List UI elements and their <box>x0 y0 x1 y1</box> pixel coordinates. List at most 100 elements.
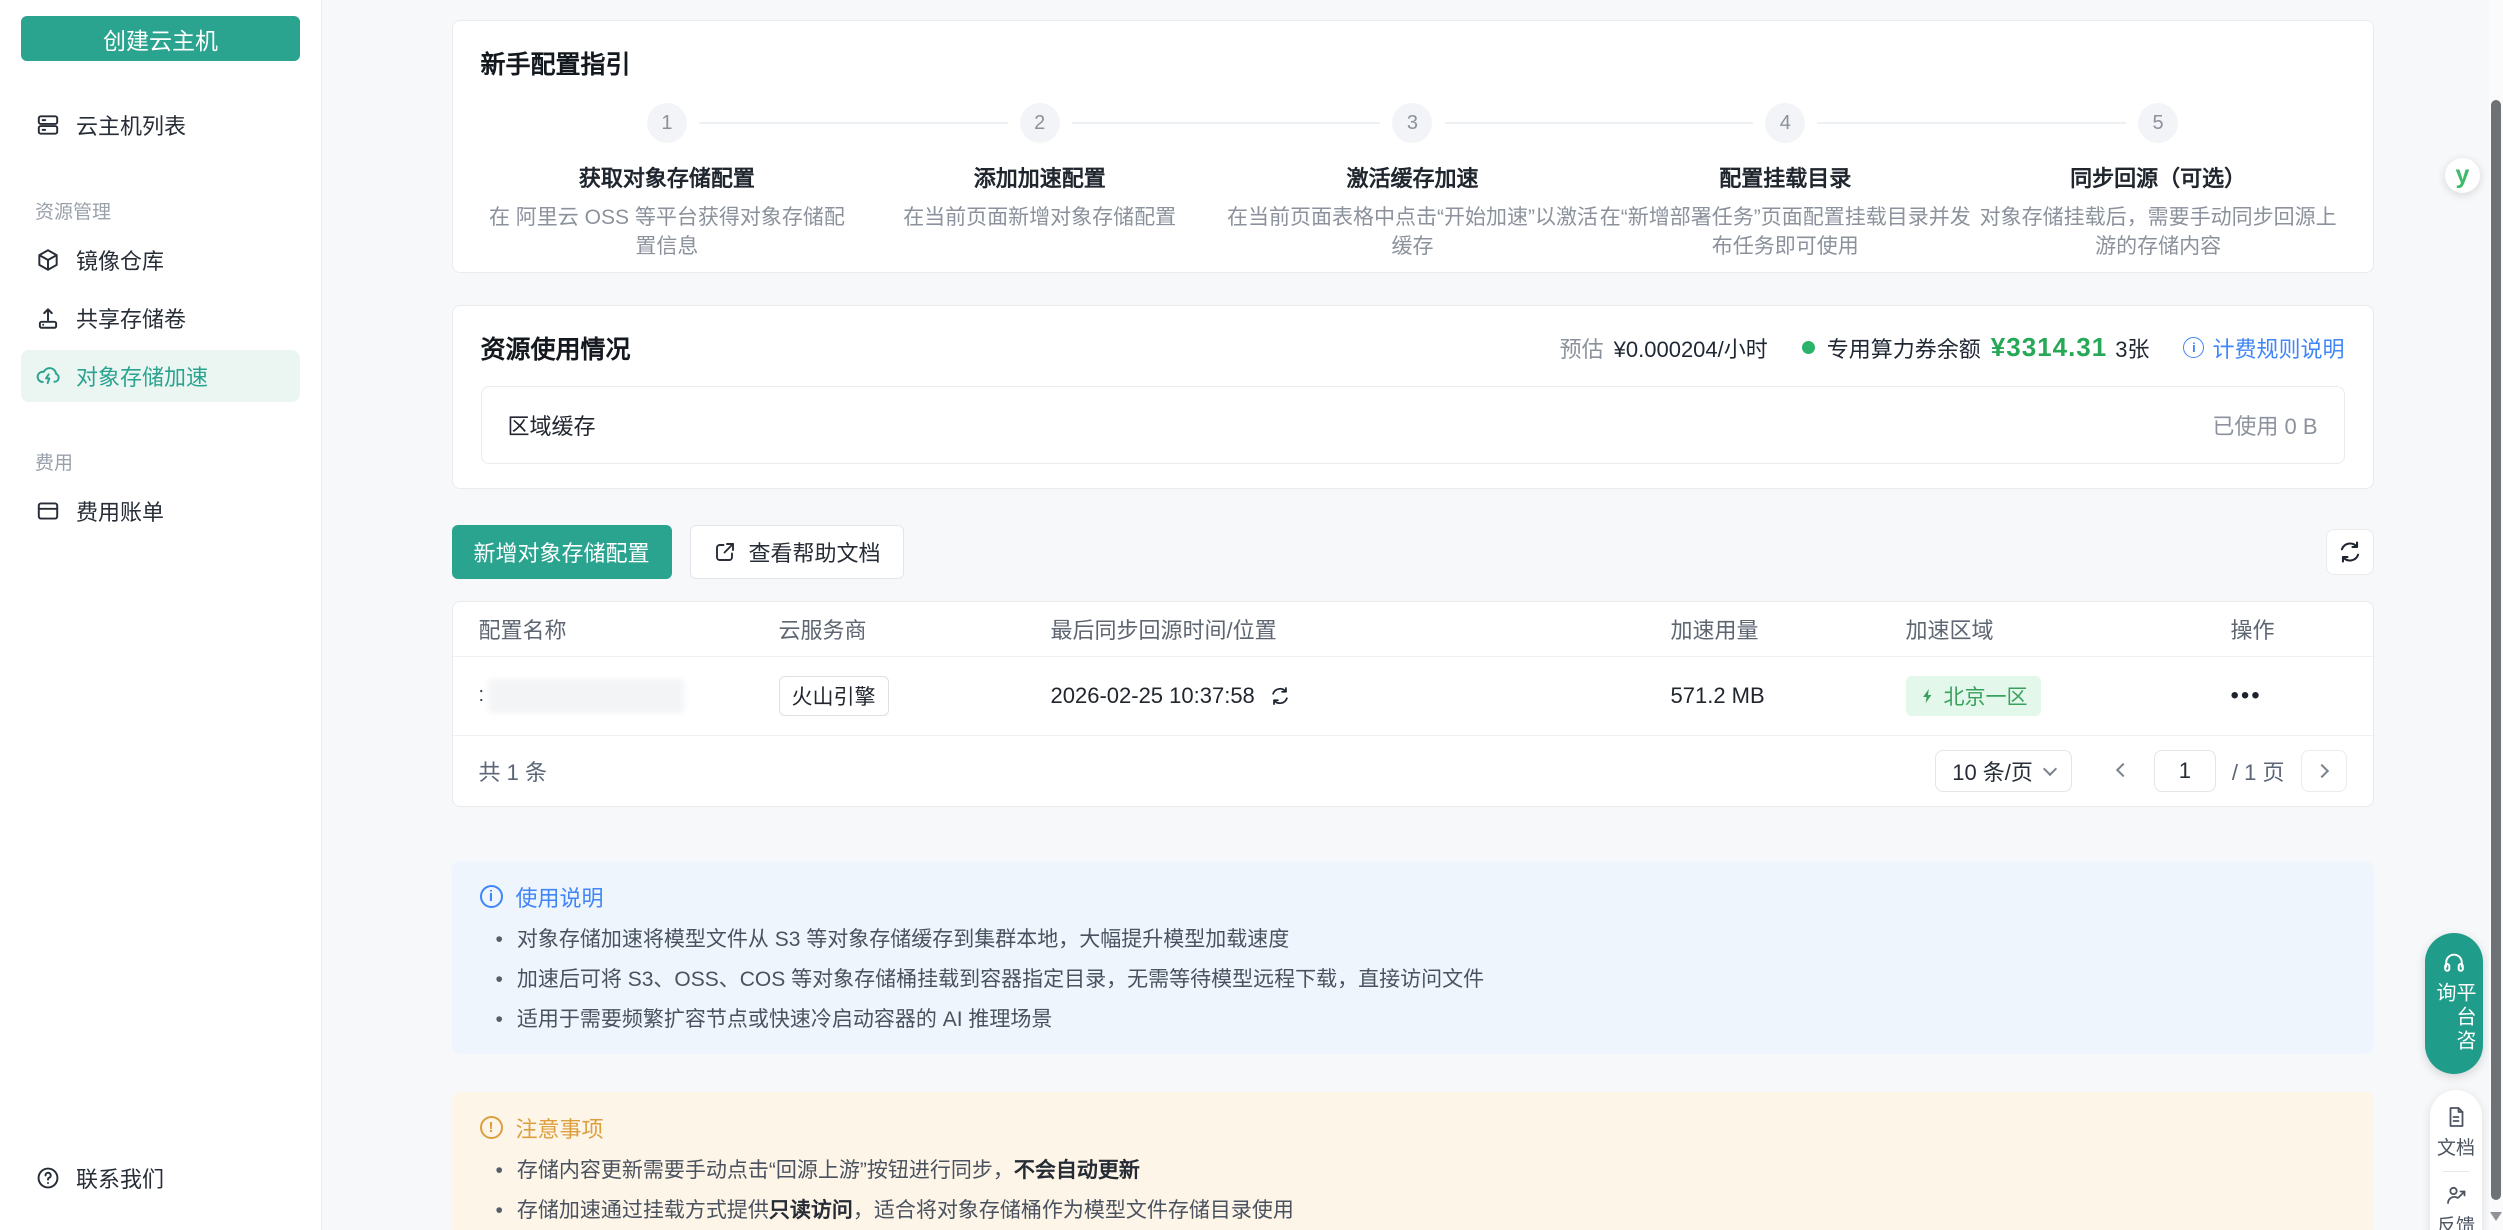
usage-metrics: 预估 ¥0.000204/小时 专用算力券余额 ¥3314.31 3张 i 计费… <box>1560 332 2345 364</box>
package-icon <box>35 247 61 273</box>
sidebar-item-host-list[interactable]: 云主机列表 <box>21 99 300 151</box>
next-page-button[interactable] <box>2301 750 2347 792</box>
help-doc-button[interactable]: 查看帮助文档 <box>690 525 904 579</box>
region-cache-label: 区域缓存 <box>508 409 596 441</box>
warn-list-item: 存储加速通过挂载方式提供只读访问，适合将对象存储桶作为模型文件存储目录使用 <box>496 1198 2346 1224</box>
page-number-input[interactable] <box>2154 750 2216 792</box>
info-panel-title: i 使用说明 <box>480 881 2346 913</box>
guide-step-1: 1 获取对象存储配置 在 阿里云 OSS 等平台获得对象存储配置信息 <box>481 103 854 262</box>
step-title: 同步回源（可选） <box>2070 161 2246 193</box>
contact-us-item[interactable]: 联系我们 <box>21 1152 300 1204</box>
refresh-table-button[interactable] <box>2326 529 2374 575</box>
side-utility-pill: 文档 反馈 <box>2430 1090 2482 1230</box>
sidebar-item-label: 费用账单 <box>76 495 164 527</box>
usage-panel: 资源使用情况 预估 ¥0.000204/小时 专用算力券余额 ¥3314.31 … <box>452 305 2374 489</box>
col-header: 最后同步回源时间/位置 <box>1051 613 1671 645</box>
col-header: 加速用量 <box>1671 613 1906 645</box>
sidebar-item-label: 对象存储加速 <box>76 360 208 392</box>
pill-divider <box>2443 1171 2469 1172</box>
status-dot <box>1802 341 1815 354</box>
guide-steps: 1 获取对象存储配置 在 阿里云 OSS 等平台获得对象存储配置信息 2 添加加… <box>481 103 2345 262</box>
step-title: 获取对象存储配置 <box>579 161 755 193</box>
table-footer: 共 1 条 10 条/页 / 1 页 <box>453 736 2373 806</box>
refresh-icon <box>2337 539 2363 565</box>
step-title: 配置挂载目录 <box>1719 161 1851 193</box>
sidebar-item-billing[interactable]: 费用账单 <box>21 485 300 537</box>
cell-actions: ••• <box>2231 682 2347 710</box>
cell-usage: 571.2 MB <box>1671 683 1906 709</box>
step-number: 5 <box>2138 103 2178 143</box>
brand-logo-glyph: y <box>2456 161 2470 190</box>
sync-time-value: 2026-02-25 10:37:58 <box>1051 683 1255 709</box>
create-host-button[interactable]: 创建云主机 <box>21 16 300 61</box>
region-label: 北京一区 <box>1944 681 2028 711</box>
help-doc-label: 查看帮助文档 <box>749 536 881 568</box>
scrollbar-thumb[interactable] <box>2491 100 2501 1200</box>
sidebar-item-object-storage[interactable]: 对象存储加速 <box>21 350 300 402</box>
voucher-label: 专用算力券余额 <box>1827 332 1981 364</box>
info-circle-icon: i <box>480 885 503 908</box>
step-number: 3 <box>1392 103 1432 143</box>
page-size-value: 10 条/页 <box>1952 755 2033 787</box>
warn-title-label: 注意事项 <box>516 1112 604 1144</box>
sync-now-button[interactable] <box>1269 685 1291 707</box>
page-size-select[interactable]: 10 条/页 <box>1935 750 2072 792</box>
billing-rules-label: 计费规则说明 <box>2212 332 2344 364</box>
prev-page-button[interactable] <box>2104 757 2138 784</box>
feedback-button[interactable]: 反馈 <box>2437 1183 2475 1230</box>
usage-header: 资源使用情况 预估 ¥0.000204/小时 专用算力券余额 ¥3314.31 … <box>481 330 2345 366</box>
sidebar-section-resource: 资源管理 <box>21 197 300 224</box>
brand-logo-float[interactable]: y <box>2445 158 2480 193</box>
wallet-icon <box>35 498 61 524</box>
col-header: 云服务商 <box>779 613 1051 645</box>
info-title-label: 使用说明 <box>516 881 604 913</box>
step-number: 1 <box>647 103 687 143</box>
provider-badge: 火山引擎 <box>779 676 889 716</box>
voucher-count: 3张 <box>2115 332 2149 364</box>
cloud-bolt-icon <box>35 363 61 389</box>
add-config-button[interactable]: 新增对象存储配置 <box>452 525 672 579</box>
table-row: : 火山引擎 2026-02-25 10:37:58 571.2 MB <box>453 657 2373 736</box>
warn-list: 存储内容更新需要手动点击“回源上游”按钮进行同步，不会自动更新 存储加速通过挂载… <box>496 1158 2346 1230</box>
guide-step-5: 5 同步回源（可选） 对象存储挂载后，需要手动同步回源上游的存储内容 <box>1972 103 2345 262</box>
external-link-icon <box>713 540 737 564</box>
table-toolbar: 新增对象存储配置 查看帮助文档 <box>452 525 2374 579</box>
voucher-balance: ¥3314.31 <box>1991 332 2107 363</box>
scrollbar-down-arrow[interactable] <box>2490 1212 2502 1221</box>
config-table: 配置名称 云服务商 最后同步回源时间/位置 加速用量 加速区域 操作 : 火山引… <box>452 601 2374 807</box>
step-number: 2 <box>1020 103 1060 143</box>
chevron-right-icon <box>2314 764 2328 778</box>
pagination: 10 条/页 / 1 页 <box>1935 750 2346 792</box>
info-list: 对象存储加速将模型文件从 S3 等对象存储缓存到集群本地，大幅提升模型加载速度 … <box>496 927 2346 1034</box>
docs-label: 文档 <box>2437 1133 2475 1160</box>
sidebar-item-image-repo[interactable]: 镜像仓库 <box>21 234 300 286</box>
server-icon <box>35 112 61 138</box>
cell-region: 北京一区 <box>1906 676 2231 716</box>
info-list-item: 加速后可将 S3、OSS、COS 等对象存储桶挂载到容器指定目录，无需等待模型远… <box>496 967 2346 993</box>
info-list-item: 对象存储加速将模型文件从 S3 等对象存储缓存到集群本地，大幅提升模型加载速度 <box>496 927 2346 953</box>
row-actions-button[interactable]: ••• <box>2231 682 2262 710</box>
guide-step-4: 4 配置挂载目录 在“新增部署任务”页面配置挂载目录并发布任务即可使用 <box>1599 103 1972 262</box>
feedback-label: 反馈 <box>2437 1211 2475 1230</box>
sidebar-item-label: 云主机列表 <box>76 109 186 141</box>
headphones-icon <box>2441 950 2467 975</box>
sidebar-section-billing: 费用 <box>21 448 300 475</box>
step-desc: 在当前页面新增对象存储配置 <box>903 203 1176 232</box>
step-desc: 在 阿里云 OSS 等平台获得对象存储配置信息 <box>481 203 854 262</box>
sidebar-item-shared-volume[interactable]: 共享存储卷 <box>21 292 300 344</box>
platform-consult-button[interactable]: 平台咨询 <box>2425 933 2483 1074</box>
main-area: 新手配置指引 1 获取对象存储配置 在 阿里云 OSS 等平台获得对象存储配置信… <box>322 0 2503 1230</box>
region-badge: 北京一区 <box>1906 676 2041 716</box>
billing-rules-link[interactable]: i 计费规则说明 <box>2183 332 2344 364</box>
sidebar-item-label: 共享存储卷 <box>76 302 186 334</box>
usage-instructions-panel: i 使用说明 对象存储加速将模型文件从 S3 等对象存储缓存到集群本地，大幅提升… <box>452 861 2374 1054</box>
estimate-label: 预估 <box>1560 332 1604 364</box>
table-header-row: 配置名称 云服务商 最后同步回源时间/位置 加速用量 加速区域 操作 <box>453 602 2373 657</box>
docs-button[interactable]: 文档 <box>2437 1105 2475 1160</box>
guide-panel: 新手配置指引 1 获取对象存储配置 在 阿里云 OSS 等平台获得对象存储配置信… <box>452 20 2374 273</box>
scrollbar <box>2489 0 2503 1230</box>
cell-sync-time: 2026-02-25 10:37:58 <box>1051 683 1671 709</box>
step-desc: 对象存储挂载后，需要手动同步回源上游的存储内容 <box>1972 203 2345 262</box>
document-icon <box>2444 1105 2468 1129</box>
platform-consult-label: 平台咨询 <box>2434 982 2474 1074</box>
